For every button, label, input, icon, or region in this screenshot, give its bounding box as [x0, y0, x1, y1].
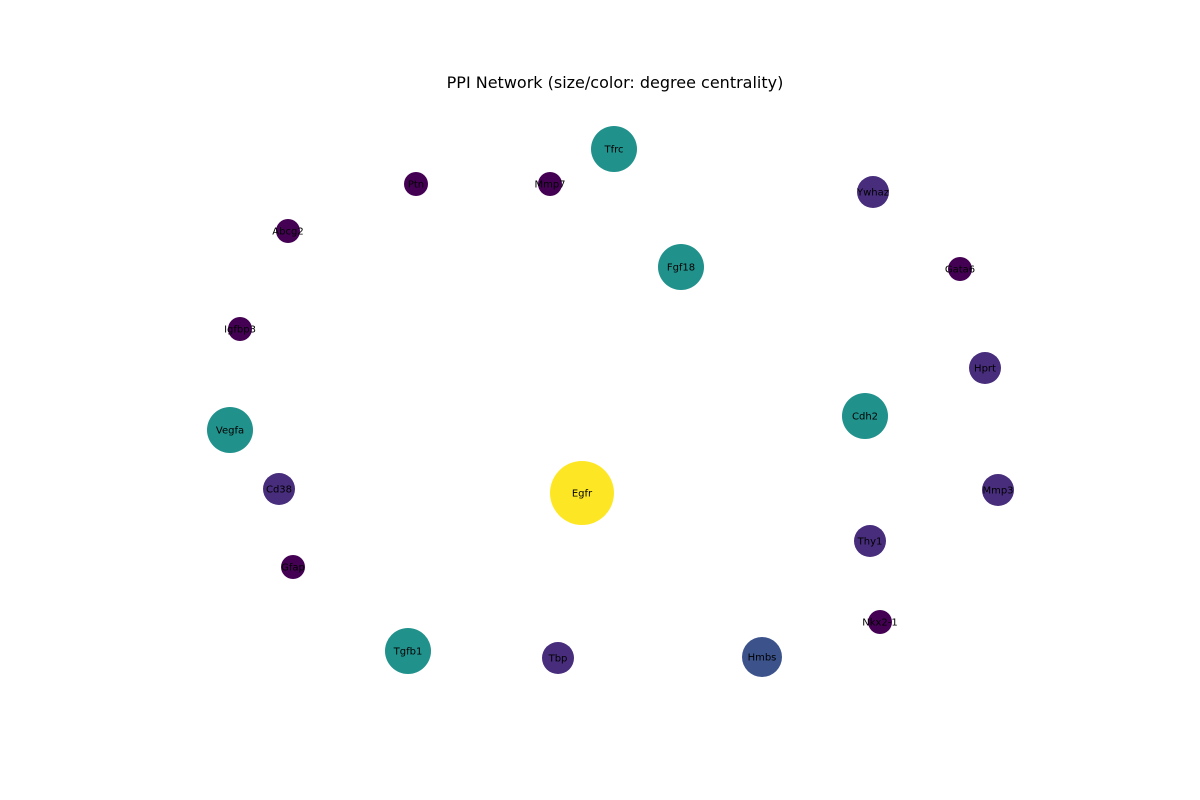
- node-thy1: Thy1: [854, 525, 886, 557]
- node-ywhaz: Ywhaz: [856, 176, 889, 208]
- node-cdh2: Cdh2: [842, 393, 888, 439]
- node-label: Nkx2-1: [862, 618, 898, 629]
- node-label: Ywhaz: [856, 188, 889, 199]
- node-label: Hprt: [974, 364, 996, 375]
- node-gfap: Gfap: [281, 555, 305, 579]
- node-label: Gata6: [945, 265, 975, 276]
- node-cd38: Cd38: [263, 473, 295, 505]
- node-label: Tfrc: [603, 145, 623, 156]
- node-mmp3: Mmp3: [982, 474, 1014, 506]
- node-abcg2: Abcg2: [272, 219, 304, 243]
- node-igfbp3: Igfbp3: [224, 317, 256, 341]
- node-ptn: Ptn: [404, 172, 428, 196]
- node-label: Fgf18: [667, 263, 695, 274]
- node-label: Mmp7: [534, 180, 565, 191]
- node-label: Cd38: [266, 485, 292, 496]
- node-hmbs: Hmbs: [742, 637, 782, 677]
- node-gata6: Gata6: [945, 257, 975, 281]
- node-tbp: Tbp: [542, 642, 574, 674]
- node-tgfb1: Tgfb1: [385, 628, 431, 674]
- node-nkx2-1: Nkx2-1: [862, 610, 898, 634]
- node-label: Thy1: [857, 537, 883, 548]
- node-mmp7: Mmp7: [534, 172, 566, 196]
- node-label: Tgfb1: [393, 647, 423, 658]
- node-vegfa: Vegfa: [207, 407, 253, 453]
- node-label: Igfbp3: [224, 325, 256, 336]
- node-label: Cdh2: [852, 412, 878, 423]
- node-tfrc: Tfrc: [591, 126, 637, 172]
- node-fgf18: Fgf18: [658, 244, 704, 290]
- network-figure: PPI Network (size/color: degree centrali…: [207, 73, 1014, 677]
- node-egfr: Egfr: [550, 461, 614, 525]
- node-label: Hmbs: [748, 653, 777, 664]
- node-label: Vegfa: [216, 426, 244, 437]
- node-label: Mmp3: [982, 486, 1013, 497]
- node-label: Gfap: [281, 563, 305, 574]
- node-label: Egfr: [572, 489, 593, 500]
- node-hprt: Hprt: [969, 352, 1001, 384]
- nodes-layer: Tfrc Mmp7 Ptn Ywhaz Abcg2 Fgf18 Gata6 Igfbp3 Hpr…: [207, 126, 1014, 677]
- node-label: Abcg2: [272, 227, 303, 238]
- node-label: Ptn: [408, 180, 424, 191]
- node-label: Tbp: [548, 654, 568, 665]
- chart-title: PPI Network (size/color: degree centrali…: [447, 73, 784, 92]
